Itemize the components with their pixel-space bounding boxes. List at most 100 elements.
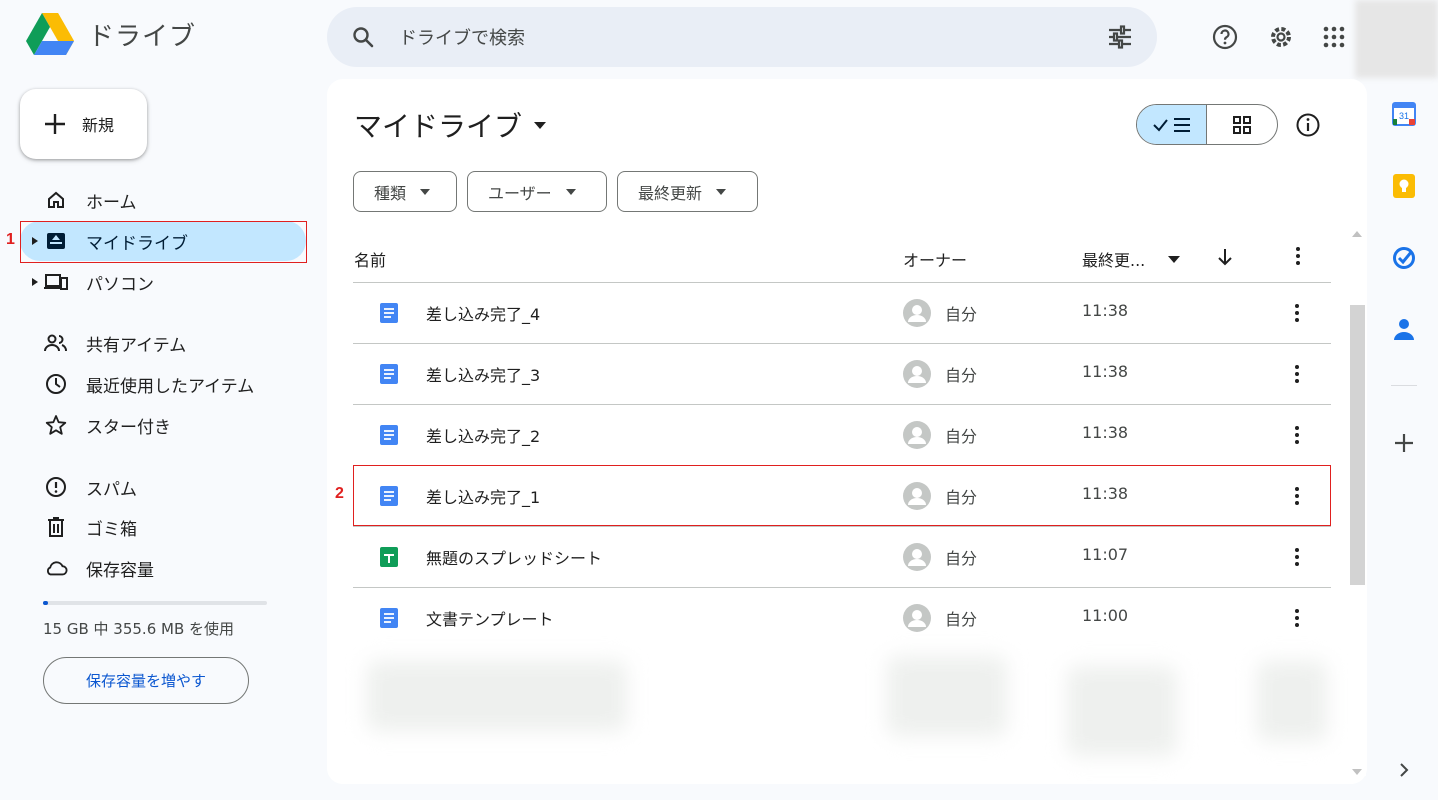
docs-file-icon bbox=[379, 608, 399, 628]
nav-label: スパム bbox=[86, 479, 137, 500]
nav-label: スター付き bbox=[86, 417, 171, 438]
nav-item-shared[interactable]: 共有アイテム bbox=[20, 323, 306, 363]
main-content: マイドライブ 種類 ユーザー 最終更新 名前 オーナー 最終更... 差し込み完… bbox=[327, 79, 1367, 784]
info-icon[interactable] bbox=[1295, 112, 1321, 138]
page-title[interactable]: マイドライブ bbox=[354, 105, 547, 145]
account-avatar[interactable] bbox=[1355, 0, 1438, 78]
computers-icon bbox=[44, 270, 68, 294]
spam-icon bbox=[44, 475, 68, 499]
list-view-button[interactable] bbox=[1137, 105, 1207, 144]
docs-file-icon bbox=[379, 303, 399, 323]
column-header-owner[interactable]: オーナー bbox=[903, 247, 967, 271]
nav-label: パソコン bbox=[86, 274, 154, 295]
file-row[interactable]: 差し込み完了_4 自分 11:38 bbox=[353, 283, 1331, 344]
file-row[interactable]: 差し込み完了_2 自分 11:38 bbox=[353, 405, 1331, 466]
storage-usage-fill bbox=[43, 601, 49, 605]
file-owner: 自分 bbox=[945, 427, 978, 446]
column-header-modified[interactable]: 最終更... bbox=[1082, 247, 1145, 271]
nav-item-trash[interactable]: ゴミ箱 bbox=[20, 507, 306, 547]
view-toggle bbox=[1136, 104, 1278, 145]
file-row[interactable]: 無題のスプレッドシート 自分 11:07 bbox=[353, 527, 1331, 588]
new-button[interactable]: 新規 bbox=[20, 89, 147, 159]
nav-label: 共有アイテム bbox=[86, 335, 187, 356]
search-input[interactable]: ドライブで検索 bbox=[399, 24, 1107, 50]
modified-dropdown-icon[interactable] bbox=[1168, 256, 1180, 263]
sort-direction-arrow-icon[interactable] bbox=[1217, 248, 1233, 266]
calendar-icon[interactable]: 31 bbox=[1391, 101, 1417, 127]
side-panel-divider bbox=[1391, 385, 1417, 386]
more-actions-icon[interactable] bbox=[1285, 301, 1309, 325]
drive-logo[interactable]: ドライブ bbox=[26, 13, 196, 55]
get-more-storage-button[interactable]: 保存容量を増やす bbox=[43, 657, 249, 704]
blurred-rows bbox=[327, 641, 1367, 784]
nav-item-spam[interactable]: スパム bbox=[20, 467, 306, 507]
add-addon-plus-icon[interactable] bbox=[1391, 430, 1417, 456]
filter-modified-chip[interactable]: 最終更新 bbox=[617, 171, 758, 212]
filter-people-chip[interactable]: ユーザー bbox=[467, 171, 607, 212]
file-owner: 自分 bbox=[945, 366, 978, 385]
nav-item-recent[interactable]: 最近使用したアイテム bbox=[20, 364, 306, 404]
file-name: 無題のスプレッドシート bbox=[426, 549, 603, 568]
file-owner: 自分 bbox=[945, 305, 978, 324]
file-modified-time: 11:00 bbox=[1082, 606, 1129, 625]
owner-avatar-icon bbox=[903, 543, 931, 571]
grid-view-button[interactable] bbox=[1207, 105, 1277, 144]
star-icon bbox=[44, 413, 68, 437]
drive-logo-icon bbox=[26, 13, 74, 55]
chevron-down-icon bbox=[420, 188, 431, 195]
nav-label: 保存容量 bbox=[86, 560, 154, 581]
nav-item-home[interactable]: ホーム bbox=[20, 180, 306, 220]
list-view-icon bbox=[1152, 117, 1190, 132]
column-header-name[interactable]: 名前 bbox=[354, 247, 386, 271]
more-actions-icon[interactable] bbox=[1285, 362, 1309, 386]
keep-icon[interactable] bbox=[1391, 173, 1417, 199]
expand-side-panel-chevron-icon[interactable] bbox=[1391, 757, 1417, 783]
app-title: ドライブ bbox=[88, 21, 197, 52]
file-modified-time: 11:38 bbox=[1082, 301, 1129, 320]
scroll-up-arrow-icon[interactable] bbox=[1351, 229, 1363, 239]
docs-file-icon bbox=[379, 364, 399, 384]
help-icon[interactable] bbox=[1211, 23, 1239, 51]
nav-label: ホーム bbox=[86, 192, 137, 213]
more-actions-icon[interactable] bbox=[1285, 545, 1309, 569]
owner-avatar-icon bbox=[903, 360, 931, 388]
annotation-number-2: 2 bbox=[335, 485, 344, 502]
file-owner: 自分 bbox=[945, 610, 978, 629]
scroll-down-arrow-icon[interactable] bbox=[1351, 767, 1363, 777]
expand-caret-icon[interactable] bbox=[32, 278, 38, 286]
file-row[interactable]: 差し込み完了_3 自分 11:38 bbox=[353, 344, 1331, 405]
grid-view-icon bbox=[1233, 115, 1251, 134]
file-name: 差し込み完了_3 bbox=[426, 366, 541, 385]
annotation-number-1: 1 bbox=[6, 231, 15, 248]
tasks-icon[interactable] bbox=[1391, 245, 1417, 271]
chip-label: 最終更新 bbox=[638, 183, 703, 203]
more-options-header-icon[interactable] bbox=[1296, 247, 1300, 265]
storage-usage-bar bbox=[43, 601, 267, 605]
filter-type-chip[interactable]: 種類 bbox=[353, 171, 457, 212]
chip-label: 種類 bbox=[374, 183, 407, 203]
search-icon[interactable] bbox=[351, 25, 375, 49]
more-actions-icon[interactable] bbox=[1285, 606, 1309, 630]
home-icon bbox=[44, 188, 68, 212]
owner-avatar-icon bbox=[903, 421, 931, 449]
file-row[interactable]: 文書テンプレート 自分 11:00 bbox=[353, 588, 1331, 649]
nav-item-starred[interactable]: スター付き bbox=[20, 405, 306, 445]
contacts-icon[interactable] bbox=[1391, 316, 1417, 342]
scrollbar-thumb[interactable] bbox=[1350, 305, 1365, 585]
title-dropdown-icon bbox=[534, 121, 547, 129]
trash-icon bbox=[44, 515, 68, 539]
apps-grid-icon[interactable] bbox=[1320, 23, 1348, 51]
annotation-box-1 bbox=[20, 221, 307, 263]
nav-item-computers[interactable]: パソコン bbox=[20, 262, 306, 302]
file-modified-time: 11:07 bbox=[1082, 545, 1129, 564]
settings-icon[interactable] bbox=[1267, 23, 1295, 51]
nav-item-storage[interactable]: 保存容量 bbox=[20, 548, 306, 588]
file-name: 文書テンプレート bbox=[426, 610, 554, 629]
search-options-icon[interactable] bbox=[1107, 25, 1133, 49]
search-bar[interactable]: ドライブで検索 bbox=[327, 7, 1157, 67]
file-owner: 自分 bbox=[945, 549, 978, 568]
chevron-down-icon bbox=[565, 188, 576, 195]
shared-icon bbox=[44, 331, 68, 355]
calendar-day: 31 bbox=[1399, 111, 1409, 121]
more-actions-icon[interactable] bbox=[1285, 423, 1309, 447]
